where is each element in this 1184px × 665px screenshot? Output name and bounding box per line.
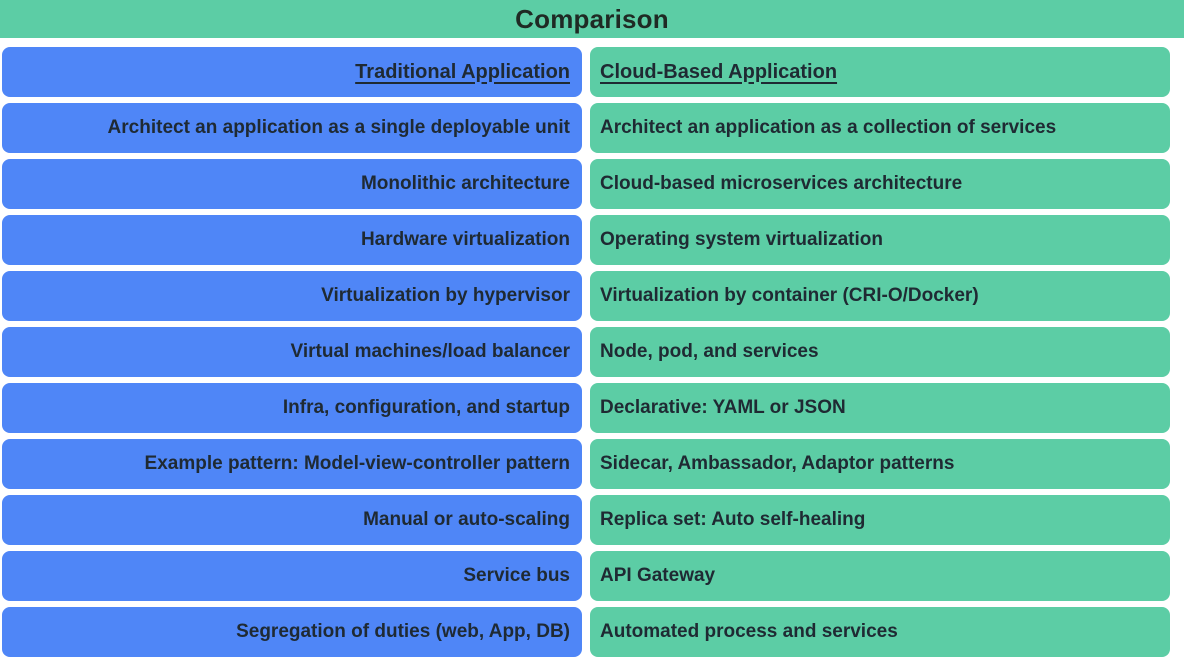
table-cell-traditional: Hardware virtualization bbox=[2, 215, 582, 265]
table-cell-label: Segregation of duties (web, App, DB) bbox=[236, 621, 570, 642]
table-cell-label: Node, pod, and services bbox=[600, 341, 819, 362]
column-header-traditional: Traditional Application bbox=[2, 47, 582, 97]
table-cell-label: Example pattern: Model-view-controller p… bbox=[144, 453, 570, 474]
table-row: Example pattern: Model-view-controller p… bbox=[0, 439, 1184, 489]
table-header-row: Traditional Application Cloud-Based Appl… bbox=[0, 47, 1184, 97]
table-cell-label: Sidecar, Ambassador, Adaptor patterns bbox=[600, 453, 955, 474]
table-cell-traditional: Segregation of duties (web, App, DB) bbox=[2, 607, 582, 657]
table-cell-traditional: Example pattern: Model-view-controller p… bbox=[2, 439, 582, 489]
table-cell-cloud: Sidecar, Ambassador, Adaptor patterns bbox=[590, 439, 1170, 489]
table-cell-traditional: Virtualization by hypervisor bbox=[2, 271, 582, 321]
table-row: Service bus API Gateway bbox=[0, 551, 1184, 601]
table-cell-cloud: Node, pod, and services bbox=[590, 327, 1170, 377]
table-cell-cloud: Operating system virtualization bbox=[590, 215, 1170, 265]
table-cell-traditional: Infra, configuration, and startup bbox=[2, 383, 582, 433]
table-cell-label: Manual or auto-scaling bbox=[363, 509, 570, 530]
table-cell-label: Virtual machines/load balancer bbox=[290, 341, 570, 362]
table-cell-label: Architect an application as a collection… bbox=[600, 117, 1057, 138]
table-row: Monolithic architecture Cloud-based micr… bbox=[0, 159, 1184, 209]
comparison-table: Traditional Application Cloud-Based Appl… bbox=[0, 47, 1184, 663]
table-cell-traditional: Monolithic architecture bbox=[2, 159, 582, 209]
table-cell-traditional: Architect an application as a single dep… bbox=[2, 103, 582, 153]
column-header-cloud-label: Cloud-Based Application bbox=[600, 60, 838, 83]
table-cell-label: Infra, configuration, and startup bbox=[282, 397, 570, 418]
table-cell-label: Virtualization by hypervisor bbox=[321, 285, 570, 306]
title-banner: Comparison bbox=[0, 0, 1184, 38]
table-cell-cloud: Automated process and services bbox=[590, 607, 1170, 657]
page-title: Comparison bbox=[515, 4, 669, 34]
table-row: Manual or auto-scaling Replica set: Auto… bbox=[0, 495, 1184, 545]
table-cell-cloud: Replica set: Auto self-healing bbox=[590, 495, 1170, 545]
table-cell-label: Monolithic architecture bbox=[360, 173, 570, 194]
table-cell-cloud: API Gateway bbox=[590, 551, 1170, 601]
table-cell-label: Cloud-based microservices architecture bbox=[600, 173, 963, 194]
table-cell-label: Hardware virtualization bbox=[360, 229, 570, 250]
table-row: Virtual machines/load balancer Node, pod… bbox=[0, 327, 1184, 377]
table-row: Infra, configuration, and startup Declar… bbox=[0, 383, 1184, 433]
table-row: Virtualization by hypervisor Virtualizat… bbox=[0, 271, 1184, 321]
table-cell-cloud: Cloud-based microservices architecture bbox=[590, 159, 1170, 209]
column-header-traditional-label: Traditional Application bbox=[355, 60, 570, 83]
table-cell-label: Declarative: YAML or JSON bbox=[600, 397, 846, 418]
table-cell-label: Architect an application as a single dep… bbox=[107, 117, 570, 138]
table-row: Hardware virtualization Operating system… bbox=[0, 215, 1184, 265]
table-cell-cloud: Architect an application as a collection… bbox=[590, 103, 1170, 153]
table-cell-label: Automated process and services bbox=[600, 621, 898, 642]
table-cell-label: Operating system virtualization bbox=[600, 229, 883, 250]
table-cell-label: Service bus bbox=[463, 565, 570, 586]
table-cell-traditional: Virtual machines/load balancer bbox=[2, 327, 582, 377]
table-row: Architect an application as a single dep… bbox=[0, 103, 1184, 153]
table-cell-label: Replica set: Auto self-healing bbox=[600, 509, 866, 530]
table-row: Segregation of duties (web, App, DB) Aut… bbox=[0, 607, 1184, 657]
table-cell-traditional: Service bus bbox=[2, 551, 582, 601]
table-cell-traditional: Manual or auto-scaling bbox=[2, 495, 582, 545]
comparison-slide: Comparison Traditional Application Cloud… bbox=[0, 0, 1184, 665]
table-cell-label: Virtualization by container (CRI-O/Docke… bbox=[600, 285, 979, 306]
table-cell-cloud: Declarative: YAML or JSON bbox=[590, 383, 1170, 433]
table-cell-cloud: Virtualization by container (CRI-O/Docke… bbox=[590, 271, 1170, 321]
table-cell-label: API Gateway bbox=[600, 565, 716, 586]
column-header-cloud: Cloud-Based Application bbox=[590, 47, 1170, 97]
